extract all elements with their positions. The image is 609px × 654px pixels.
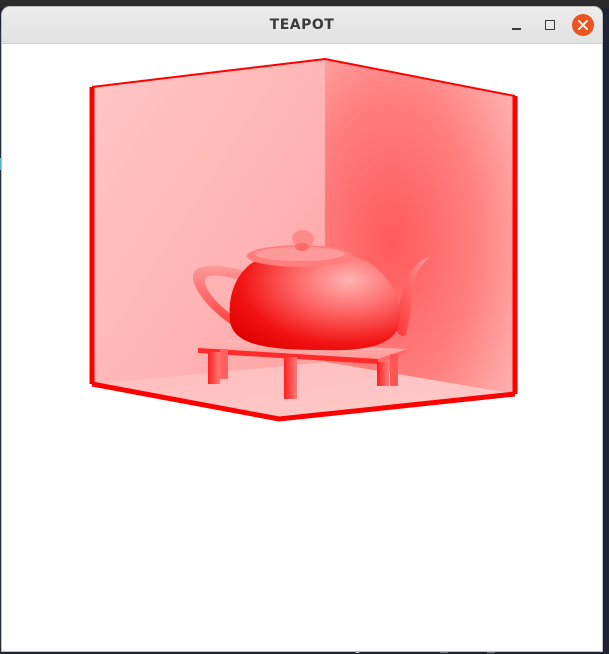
table-leg-back-left <box>220 349 228 379</box>
minimize-button[interactable] <box>505 14 527 36</box>
teapot-knob-base <box>295 243 309 251</box>
close-icon <box>578 20 588 30</box>
table-leg-front-right <box>377 362 389 386</box>
opengl-canvas[interactable] <box>2 44 602 651</box>
table-leg-front-left <box>208 352 220 384</box>
teapot-window: TEAPOT <box>2 7 602 651</box>
close-button[interactable] <box>572 14 594 36</box>
maximize-button[interactable] <box>539 14 561 36</box>
teapot-scene <box>89 57 518 422</box>
table-leg-front-mid <box>284 357 297 399</box>
titlebar[interactable]: TEAPOT <box>2 7 602 44</box>
table-leg-back-right <box>390 354 398 386</box>
background-window-edge-right <box>602 36 609 651</box>
